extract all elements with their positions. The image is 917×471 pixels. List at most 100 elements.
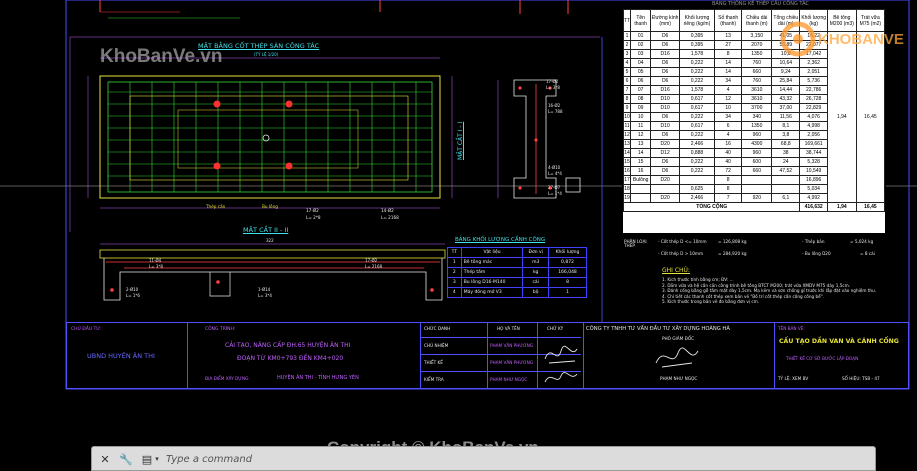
materials-cell: 5,034 xyxy=(799,184,828,194)
materials-cell: 3 xyxy=(622,49,632,59)
materials-cell: D10 xyxy=(650,103,681,113)
concrete-row: 2 Thép tấm kg 166,048 xyxy=(447,267,587,278)
materials-cell: 14 xyxy=(622,148,632,158)
section-i-label-5: 4-Ø10 xyxy=(548,165,561,170)
location-label: ĐỊA ĐIỂM XÂY DỰNG: xyxy=(205,376,250,381)
concrete-cell: cái xyxy=(522,277,549,288)
command-input[interactable] xyxy=(166,451,846,467)
materials-cell: 4300 xyxy=(741,139,773,149)
materials-cell: 12 xyxy=(713,94,743,104)
plan-label-bar-17: 17-Ø2 xyxy=(306,208,319,213)
materials-cell: D10 xyxy=(650,94,681,104)
materials-cell: 4,992 xyxy=(799,193,828,203)
concrete-row: 1 Bê tông mác m3 0,872 xyxy=(447,257,587,268)
materials-cell xyxy=(650,184,681,194)
materials-cell: 18 xyxy=(622,184,632,194)
materials-cell xyxy=(630,184,652,194)
materials-header-cell: Khối lượng riêng (kg/m) xyxy=(679,9,715,32)
materials-cell: 0,222 xyxy=(679,166,715,176)
role-1-title: CHỦ NHIỆM xyxy=(424,343,449,348)
materials-cell: 10 xyxy=(622,112,632,122)
materials-cell: D6 xyxy=(650,157,681,167)
materials-cell: 01 xyxy=(630,31,652,41)
owner-name: UBND HUYỆN ÂN THI xyxy=(87,352,155,360)
materials-cell: 68,8 xyxy=(771,139,801,149)
materials-cell: 08 xyxy=(630,94,652,104)
concrete-header-cell: Vật liệu xyxy=(460,247,524,258)
materials-cell: 10 xyxy=(630,112,652,122)
close-icon[interactable]: ✕ xyxy=(98,453,112,466)
materials-cell: 9,24 xyxy=(771,67,801,77)
materials-cell: 34 xyxy=(713,76,743,86)
concrete-cell: 0,872 xyxy=(548,257,587,268)
materials-cell xyxy=(771,184,801,194)
project-line-1: CẢI TẠO, NÂNG CẤP ĐH.65 HUYỆN ÂN THI xyxy=(225,342,351,349)
materials-cell: 11,56 xyxy=(771,112,801,122)
materials-cell: D6 xyxy=(650,40,681,50)
note-line-5: 5. Kích thước trong bản vẽ đo bằng đơn v… xyxy=(662,299,760,305)
drawing-title: CẤU TẠO DẦN VAN VÀ CÁNH CỐNG xyxy=(779,338,899,345)
materials-cell: 14 xyxy=(630,148,652,158)
section-i-label-6: L= 4*4 xyxy=(548,171,562,176)
materials-cell: 0,222 xyxy=(679,130,715,140)
drawing-canvas[interactable]: MẶT BẰNG CỐT THÉP SÀN CÔNG TÁC (TỶ LỆ 1/… xyxy=(0,0,917,471)
concrete-header-cell: Khối lượng xyxy=(548,247,587,258)
command-bar: ✕ 🔧 ▤ ▾ xyxy=(91,446,876,471)
section-ii-label-6: L= 2168 xyxy=(365,264,383,269)
materials-total-total-kg: 416,632 xyxy=(799,202,828,212)
summary-right-4: = 8 cái xyxy=(860,251,875,256)
materials-cell: 3700 xyxy=(741,103,773,113)
materials-cell: 47,52 xyxy=(771,166,801,176)
materials-header-cell: TT xyxy=(622,9,632,32)
concrete-header-cell: Đơn vị xyxy=(522,247,549,258)
materials-total-row: TỔNG CỘNG 416,632 1,94 16,45 xyxy=(622,202,886,212)
section-i-label-4: L= 788 xyxy=(548,109,563,114)
materials-cell: D20 xyxy=(650,175,681,185)
customize-wrench-icon[interactable]: 🔧 xyxy=(119,453,133,466)
materials-title: BẢNG THỐNG KÊ THÉP CẦU CÔNG TÁC xyxy=(712,1,809,7)
materials-cell: 960 xyxy=(741,130,773,140)
concrete-cell: Bê tông mác xyxy=(460,257,524,268)
materials-cell: 660 xyxy=(741,67,773,77)
materials-cell: 40 xyxy=(713,148,743,158)
role-3-title: KIỂM TRA xyxy=(424,377,444,382)
materials-cell: 0,222 xyxy=(679,67,715,77)
section-ii-label-7: 1-Ø14 xyxy=(258,287,271,292)
company-name: CÔNG TY TNHH TƯ VẤN ĐẦU TƯ XÂY DỰNG HOÀN… xyxy=(586,326,730,332)
materials-header-cell: Số thanh (thanh) xyxy=(713,9,743,32)
materials-cell: 5 xyxy=(622,67,632,77)
concrete-cell: 8 xyxy=(548,277,587,288)
materials-cell: 37,00 xyxy=(771,103,801,113)
materials-cell: 16 xyxy=(713,139,743,149)
materials-cell: 3610 xyxy=(741,85,773,95)
materials-cell: 40 xyxy=(713,157,743,167)
command-history-icon[interactable]: ▤ xyxy=(140,453,154,466)
plan-label-length-2: L= 2168 xyxy=(381,215,399,220)
materials-cell: 11 xyxy=(622,121,632,131)
materials-cell: 17 xyxy=(622,175,632,185)
command-history-chevron-icon[interactable]: ▾ xyxy=(153,453,161,466)
materials-cell: 7 xyxy=(713,193,743,203)
materials-total-plaster: 16,45 xyxy=(855,202,886,212)
materials-cell: 38,744 xyxy=(799,148,828,158)
materials-cell: 06 xyxy=(630,76,652,86)
roles-header-2: HỌ VÀ TÊN xyxy=(497,326,520,331)
materials-cell: 8 xyxy=(622,94,632,104)
summary-line-1: - Cốt thép D <= 10mm xyxy=(658,239,707,244)
materials-cell: 2070 xyxy=(741,40,773,50)
section-ii-label-5: 17-Ø2 xyxy=(365,258,378,263)
materials-cell: 26,728 xyxy=(799,94,828,104)
materials-header-cell: Đường kính (mm) xyxy=(650,9,681,32)
drawing-label: TÊN BẢN VẼ: xyxy=(778,326,805,331)
materials-cell: 920 xyxy=(741,193,773,203)
concrete-cell: 1 xyxy=(447,257,462,268)
plan-label-length-1: L= 2*8 xyxy=(306,215,321,220)
materials-cell: 4,998 xyxy=(799,121,828,131)
concrete-cell: 1 xyxy=(548,287,587,298)
materials-cell: 13 xyxy=(713,31,743,41)
materials-cell: 7 xyxy=(622,85,632,95)
summary-right-1: - Thép bản xyxy=(802,239,825,244)
concrete-cell: 4 xyxy=(447,287,462,298)
signature-2 xyxy=(544,372,578,383)
concrete-header-row: TT Vật liệu Đơn vị Khối lượng xyxy=(447,247,587,258)
